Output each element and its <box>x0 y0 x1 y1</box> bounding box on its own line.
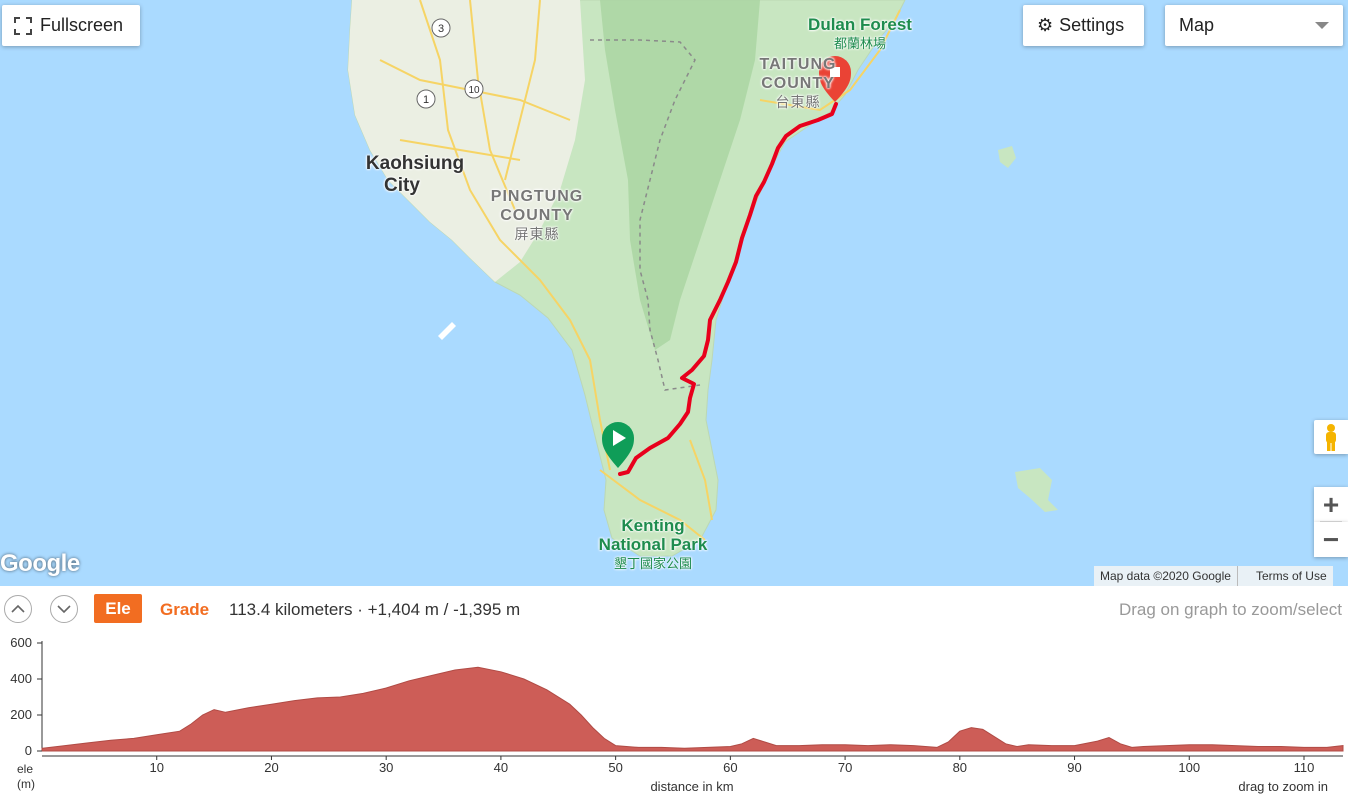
fullscreen-icon <box>14 16 32 35</box>
svg-text:10: 10 <box>468 85 480 96</box>
x-tick-label: 30 <box>379 760 393 775</box>
terms-of-use-link[interactable]: Terms of Use <box>1250 569 1333 583</box>
x-tick-label: 50 <box>608 760 622 775</box>
label-dulan-en: Dulan Forest <box>808 15 912 34</box>
basemap[interactable]: 3 1 10 <box>0 0 1348 586</box>
x-tick-label: 70 <box>838 760 852 775</box>
collapse-down-button[interactable] <box>50 595 78 623</box>
x-tick-label: 100 <box>1178 760 1200 775</box>
label-taitung-line1: TAITUNG <box>759 56 837 73</box>
label-kenting-park: Kenting National Park 墾丁國家公園 <box>588 516 718 573</box>
route-stats: 113.4 kilometers · +1,404 m / -1,395 m <box>229 600 521 619</box>
route-shield-3: 3 <box>431 18 451 38</box>
map-data-credit: Map data ©2020 Google <box>1100 569 1231 583</box>
google-logo: Google <box>0 550 80 577</box>
route-shield-1: 1 <box>416 89 436 109</box>
pegman-icon <box>1326 424 1336 451</box>
elevation-area <box>41 666 1344 752</box>
map-type-select[interactable]: Map <box>1165 5 1343 46</box>
fullscreen-label: Fullscreen <box>40 15 124 35</box>
y-tick-label: 600 <box>10 635 32 650</box>
tab-grade[interactable]: Grade <box>160 600 209 620</box>
label-taitung-line2: COUNTY <box>761 75 835 92</box>
label-dulan-cjk: 都蘭林場 <box>833 36 886 51</box>
label-pingtung-cjk: 屏東縣 <box>514 226 560 242</box>
x-tick-label: 90 <box>1067 760 1081 775</box>
label-pingtung-line1: PINGTUNG <box>490 188 584 205</box>
settings-button[interactable]: ⚙ Settings <box>1023 5 1144 46</box>
route-map[interactable]: 3 1 10 Kaohsiung City PINGTUNG COUNTY 屏東… <box>0 0 1348 586</box>
label-kenting-cjk: 墾丁國家公園 <box>613 556 692 571</box>
x-tick-label: 20 <box>264 760 278 775</box>
map-attribution: Map data ©2020 Google Terms of Use <box>1094 566 1333 586</box>
zoom-in-button[interactable]: + <box>1314 487 1348 522</box>
zoom-out-button[interactable]: − <box>1314 522 1348 557</box>
tab-elevation[interactable]: Ele <box>94 594 142 623</box>
x-tick-labels: 10 20 30 40 50 60 70 80 90 100 110 <box>149 756 1314 775</box>
gear-icon: ⚙ <box>1037 15 1054 35</box>
label-pingtung-line2: COUNTY <box>500 207 574 224</box>
label-kaohsiung-line1: Kaohsiung <box>365 153 465 174</box>
svg-text:3: 3 <box>438 23 444 35</box>
y-axis-label-unit: (m) <box>17 777 35 791</box>
svg-text:1: 1 <box>423 94 429 106</box>
y-axis-label-ele: ele <box>17 762 33 776</box>
y-tick-label: 200 <box>10 707 32 722</box>
zoom-note: drag to zoom in <box>1238 779 1328 794</box>
route-shield-10: 10 <box>464 79 484 99</box>
label-kaohsiung-city: Kaohsiung City <box>355 153 475 197</box>
label-taitung-county: TAITUNG COUNTY 台東縣 <box>748 55 848 112</box>
map-type-value: Map <box>1179 15 1215 35</box>
label-kenting-line2: National Park <box>598 535 708 554</box>
y-tick-label: 0 <box>25 743 32 758</box>
drag-hint: Drag on graph to zoom/select <box>1118 600 1342 619</box>
label-kaohsiung-line2: City <box>384 175 420 196</box>
x-tick-label: 110 <box>1294 760 1315 775</box>
chevron-down-icon <box>1315 22 1329 29</box>
y-tick-label: 400 <box>10 671 32 686</box>
fullscreen-button[interactable]: Fullscreen <box>2 5 140 46</box>
settings-label: Settings <box>1059 15 1125 35</box>
y-tick-labels: 0 200 400 600 <box>10 635 42 758</box>
label-dulan-forest: Dulan Forest 都蘭林場 <box>800 15 920 53</box>
attribution-divider <box>1236 566 1250 586</box>
x-tick-label: 40 <box>494 760 508 775</box>
x-tick-label: 80 <box>953 760 967 775</box>
label-pingtung-county: PINGTUNG COUNTY 屏東縣 <box>474 187 600 244</box>
x-tick-label: 10 <box>149 760 163 775</box>
street-view-pegman[interactable] <box>1314 420 1348 454</box>
chevron-up-icon <box>11 604 25 613</box>
expand-up-button[interactable] <box>4 595 32 623</box>
x-tick-label: 60 <box>723 760 737 775</box>
x-axis-label: distance in km <box>650 779 733 794</box>
label-kenting-line1: Kenting <box>621 516 685 535</box>
elevation-panel: Ele Grade 113.4 kilometers · +1,404 m / … <box>0 586 1348 805</box>
label-taitung-cjk: 台東縣 <box>775 94 821 110</box>
elevation-chart[interactable]: 10 20 30 40 50 60 70 80 90 100 110 0200400600 ele … <box>0 631 1348 805</box>
chevron-down-icon <box>57 605 71 614</box>
